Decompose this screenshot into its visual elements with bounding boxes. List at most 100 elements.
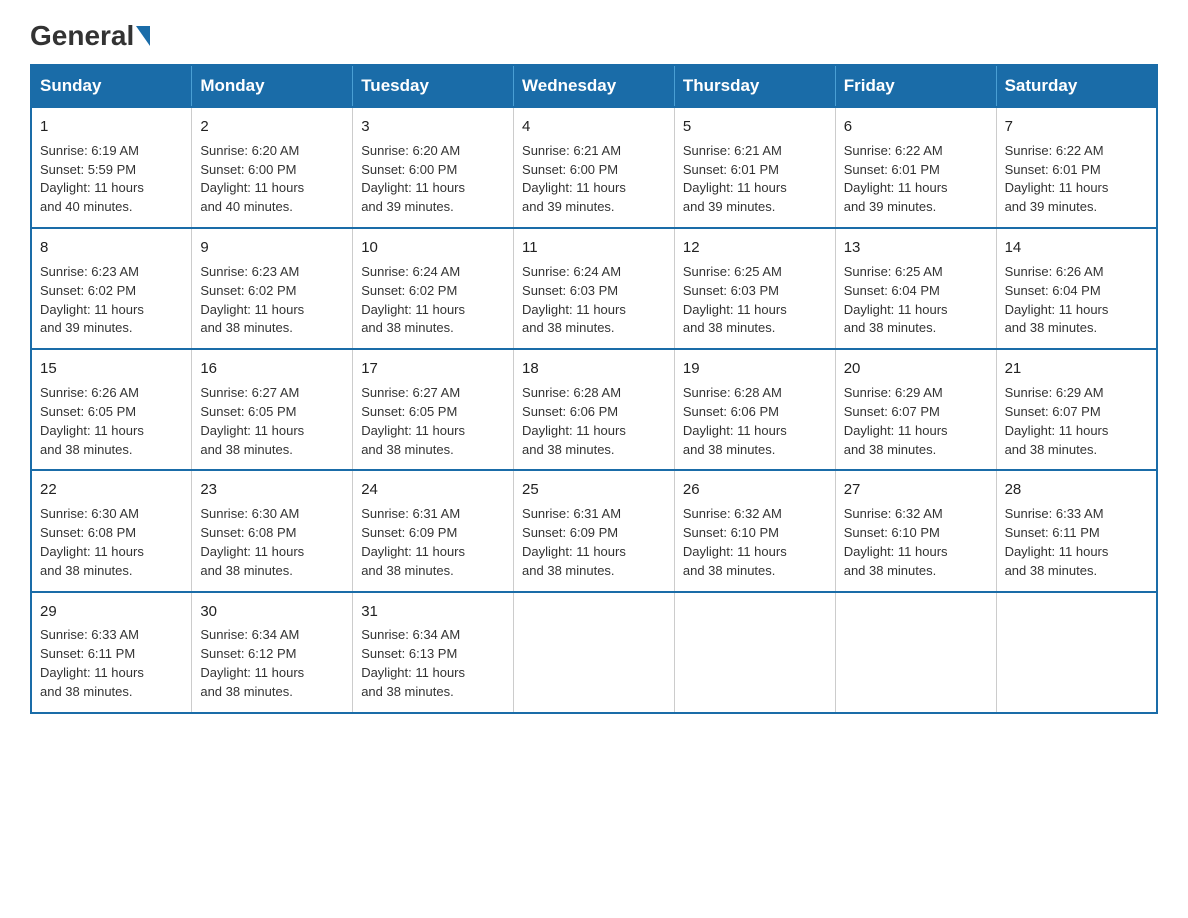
day-number: 30 — [200, 601, 344, 623]
day-number: 19 — [683, 358, 827, 380]
calendar-cell — [514, 592, 675, 713]
day-number: 8 — [40, 237, 183, 259]
logo-general-text: General — [30, 20, 134, 52]
calendar-cell: 1 Sunrise: 6:19 AMSunset: 5:59 PMDaylight… — [31, 107, 192, 228]
calendar-cell: 14Sunrise: 6:26 AMSunset: 6:04 PMDayligh… — [996, 228, 1157, 349]
weekday-header-sunday: Sunday — [31, 65, 192, 107]
day-number: 31 — [361, 601, 505, 623]
day-info: Sunrise: 6:19 AMSunset: 5:59 PMDaylight:… — [40, 143, 144, 215]
weekday-header-saturday: Saturday — [996, 65, 1157, 107]
calendar-cell: 18 Sunrise: 6:28 AMSunset: 6:06 PMDayligh… — [514, 349, 675, 470]
day-info: Sunrise: 6:28 AMSunset: 6:06 PMDaylight:… — [522, 385, 626, 457]
day-info: Sunrise: 6:32 AMSunset: 6:10 PMDaylight:… — [844, 506, 948, 578]
day-info: Sunrise: 6:22 AMSunset: 6:01 PMDaylight:… — [1005, 143, 1109, 215]
day-number: 17 — [361, 358, 505, 380]
day-info: Sunrise: 6:30 AMSunset: 6:08 PMDaylight:… — [200, 506, 304, 578]
day-number: 4 — [522, 116, 666, 138]
calendar-cell — [835, 592, 996, 713]
day-info: Sunrise: 6:24 AMSunset: 6:03 PMDaylight:… — [522, 264, 626, 336]
day-info: Sunrise: 6:28 AMSunset: 6:06 PMDaylight:… — [683, 385, 787, 457]
day-info: Sunrise: 6:32 AMSunset: 6:10 PMDaylight:… — [683, 506, 787, 578]
calendar-cell: 16 Sunrise: 6:27 AMSunset: 6:05 PMDayligh… — [192, 349, 353, 470]
day-number: 16 — [200, 358, 344, 380]
calendar-cell: 31 Sunrise: 6:34 AMSunset: 6:13 PMDayligh… — [353, 592, 514, 713]
calendar-week-row: 15Sunrise: 6:26 AMSunset: 6:05 PMDayligh… — [31, 349, 1157, 470]
day-info: Sunrise: 6:34 AMSunset: 6:13 PMDaylight:… — [361, 627, 465, 699]
calendar-cell: 8 Sunrise: 6:23 AMSunset: 6:02 PMDaylight… — [31, 228, 192, 349]
day-info: Sunrise: 6:34 AMSunset: 6:12 PMDaylight:… — [200, 627, 304, 699]
day-number: 5 — [683, 116, 827, 138]
page-header: General — [30, 20, 1158, 46]
day-info: Sunrise: 6:33 AMSunset: 6:11 PMDaylight:… — [1005, 506, 1109, 578]
calendar-cell: 19 Sunrise: 6:28 AMSunset: 6:06 PMDayligh… — [674, 349, 835, 470]
calendar-cell: 4 Sunrise: 6:21 AMSunset: 6:00 PMDaylight… — [514, 107, 675, 228]
calendar-cell: 6Sunrise: 6:22 AMSunset: 6:01 PMDaylight… — [835, 107, 996, 228]
day-info: Sunrise: 6:21 AMSunset: 6:01 PMDaylight:… — [683, 143, 787, 215]
day-info: Sunrise: 6:30 AMSunset: 6:08 PMDaylight:… — [40, 506, 144, 578]
day-number: 12 — [683, 237, 827, 259]
day-number: 23 — [200, 479, 344, 501]
weekday-header-thursday: Thursday — [674, 65, 835, 107]
calendar-week-row: 8 Sunrise: 6:23 AMSunset: 6:02 PMDaylight… — [31, 228, 1157, 349]
day-number: 10 — [361, 237, 505, 259]
day-info: Sunrise: 6:25 AMSunset: 6:04 PMDaylight:… — [844, 264, 948, 336]
calendar-cell: 5 Sunrise: 6:21 AMSunset: 6:01 PMDaylight… — [674, 107, 835, 228]
calendar-cell: 30 Sunrise: 6:34 AMSunset: 6:12 PMDayligh… — [192, 592, 353, 713]
calendar-cell: 12 Sunrise: 6:25 AMSunset: 6:03 PMDayligh… — [674, 228, 835, 349]
day-number: 22 — [40, 479, 183, 501]
calendar-week-row: 22 Sunrise: 6:30 AMSunset: 6:08 PMDayligh… — [31, 470, 1157, 591]
calendar-cell: 26 Sunrise: 6:32 AMSunset: 6:10 PMDayligh… — [674, 470, 835, 591]
day-info: Sunrise: 6:27 AMSunset: 6:05 PMDaylight:… — [200, 385, 304, 457]
day-number: 1 — [40, 116, 183, 138]
day-number: 28 — [1005, 479, 1148, 501]
day-number: 27 — [844, 479, 988, 501]
day-info: Sunrise: 6:22 AMSunset: 6:01 PMDaylight:… — [844, 143, 948, 215]
day-number: 20 — [844, 358, 988, 380]
day-number: 29 — [40, 601, 183, 623]
day-info: Sunrise: 6:25 AMSunset: 6:03 PMDaylight:… — [683, 264, 787, 336]
day-number: 14 — [1005, 237, 1148, 259]
weekday-header-wednesday: Wednesday — [514, 65, 675, 107]
calendar-cell: 2 Sunrise: 6:20 AMSunset: 6:00 PMDaylight… — [192, 107, 353, 228]
calendar-cell: 27 Sunrise: 6:32 AMSunset: 6:10 PMDayligh… — [835, 470, 996, 591]
calendar-cell: 29 Sunrise: 6:33 AMSunset: 6:11 PMDayligh… — [31, 592, 192, 713]
day-number: 13 — [844, 237, 988, 259]
calendar-cell: 25 Sunrise: 6:31 AMSunset: 6:09 PMDayligh… — [514, 470, 675, 591]
calendar-cell: 23 Sunrise: 6:30 AMSunset: 6:08 PMDayligh… — [192, 470, 353, 591]
day-number: 21 — [1005, 358, 1148, 380]
day-number: 18 — [522, 358, 666, 380]
day-info: Sunrise: 6:31 AMSunset: 6:09 PMDaylight:… — [522, 506, 626, 578]
calendar-cell: 10 Sunrise: 6:24 AMSunset: 6:02 PMDayligh… — [353, 228, 514, 349]
calendar-cell: 28 Sunrise: 6:33 AMSunset: 6:11 PMDayligh… — [996, 470, 1157, 591]
calendar-cell: 24 Sunrise: 6:31 AMSunset: 6:09 PMDayligh… — [353, 470, 514, 591]
calendar-cell: 22 Sunrise: 6:30 AMSunset: 6:08 PMDayligh… — [31, 470, 192, 591]
calendar-cell: 21 Sunrise: 6:29 AMSunset: 6:07 PMDayligh… — [996, 349, 1157, 470]
day-number: 11 — [522, 237, 666, 259]
weekday-header-friday: Friday — [835, 65, 996, 107]
logo-triangle-icon — [136, 26, 150, 46]
calendar-table: SundayMondayTuesdayWednesdayThursdayFrid… — [30, 64, 1158, 714]
calendar-cell: 13 Sunrise: 6:25 AMSunset: 6:04 PMDayligh… — [835, 228, 996, 349]
day-number: 25 — [522, 479, 666, 501]
day-info: Sunrise: 6:26 AMSunset: 6:05 PMDaylight:… — [40, 385, 144, 457]
day-info: Sunrise: 6:31 AMSunset: 6:09 PMDaylight:… — [361, 506, 465, 578]
weekday-header-row: SundayMondayTuesdayWednesdayThursdayFrid… — [31, 65, 1157, 107]
calendar-cell: 7Sunrise: 6:22 AMSunset: 6:01 PMDaylight… — [996, 107, 1157, 228]
day-number: 2 — [200, 116, 344, 138]
day-info: Sunrise: 6:20 AMSunset: 6:00 PMDaylight:… — [200, 143, 304, 215]
day-info: Sunrise: 6:29 AMSunset: 6:07 PMDaylight:… — [1005, 385, 1109, 457]
calendar-cell: 17Sunrise: 6:27 AMSunset: 6:05 PMDayligh… — [353, 349, 514, 470]
day-info: Sunrise: 6:21 AMSunset: 6:00 PMDaylight:… — [522, 143, 626, 215]
calendar-cell: 9Sunrise: 6:23 AMSunset: 6:02 PMDaylight… — [192, 228, 353, 349]
calendar-cell: 3Sunrise: 6:20 AMSunset: 6:00 PMDaylight… — [353, 107, 514, 228]
calendar-cell — [674, 592, 835, 713]
weekday-header-monday: Monday — [192, 65, 353, 107]
calendar-cell: 11 Sunrise: 6:24 AMSunset: 6:03 PMDayligh… — [514, 228, 675, 349]
day-number: 24 — [361, 479, 505, 501]
day-info: Sunrise: 6:20 AMSunset: 6:00 PMDaylight:… — [361, 143, 465, 215]
day-info: Sunrise: 6:24 AMSunset: 6:02 PMDaylight:… — [361, 264, 465, 336]
day-info: Sunrise: 6:23 AMSunset: 6:02 PMDaylight:… — [40, 264, 144, 336]
day-info: Sunrise: 6:33 AMSunset: 6:11 PMDaylight:… — [40, 627, 144, 699]
day-info: Sunrise: 6:29 AMSunset: 6:07 PMDaylight:… — [844, 385, 948, 457]
day-number: 26 — [683, 479, 827, 501]
